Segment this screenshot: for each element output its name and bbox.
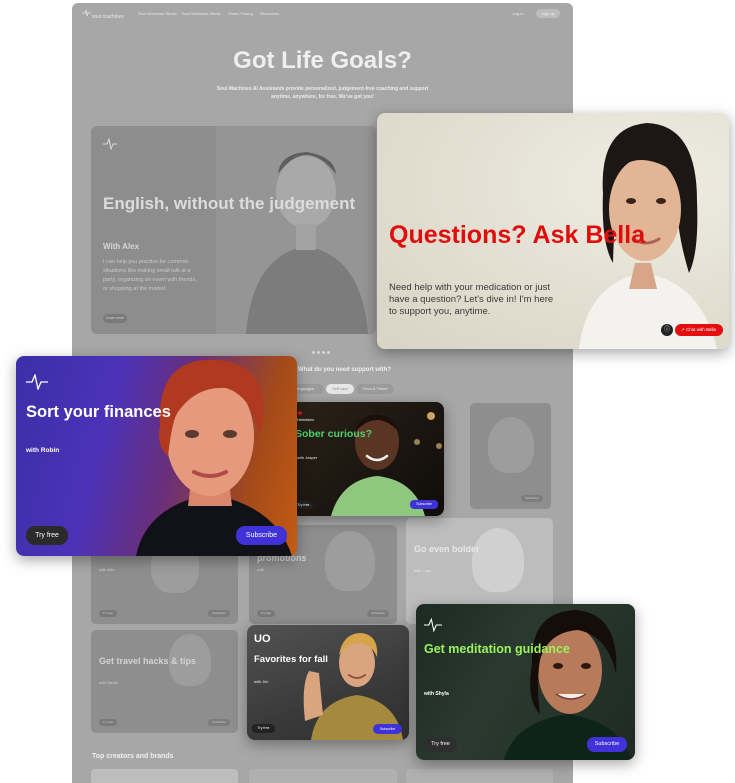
chat-label: Chat with Bella bbox=[685, 327, 716, 332]
subscribe-button[interactable]: Subscribe bbox=[208, 610, 230, 617]
card-with: with bbox=[257, 567, 265, 572]
try-free-button[interactable]: Try free bbox=[99, 610, 117, 617]
featured-card[interactable]: English, without the judgement With Alex… bbox=[91, 126, 376, 334]
jasper-card[interactable]: Heineken Sober curious? with Jasper Try … bbox=[291, 402, 444, 516]
subscribe-button[interactable]: Subscribe bbox=[373, 724, 402, 734]
featured-body: I can help you practice for common situa… bbox=[103, 259, 197, 292]
top-nav: soul machines Soul Machines Studio Soul … bbox=[72, 3, 573, 25]
shyla-card[interactable]: Get meditation guidance with Shyla Try f… bbox=[416, 604, 635, 760]
robin-card[interactable]: Sort your finances with Robin Try free S… bbox=[16, 356, 297, 556]
shyla-with: with Shyla bbox=[424, 691, 449, 697]
subscribe-button[interactable]: Subscribe bbox=[208, 719, 230, 726]
jim-with: with Jim bbox=[254, 679, 269, 684]
wave-logo-icon bbox=[424, 618, 442, 632]
creator-tile[interactable] bbox=[406, 769, 553, 783]
featured-photo bbox=[216, 126, 376, 334]
login-button[interactable]: Log In bbox=[508, 9, 528, 18]
carousel-dots[interactable] bbox=[312, 341, 332, 359]
jasper-with: with Jasper bbox=[297, 455, 318, 460]
heineken-brand: Heineken bbox=[297, 417, 314, 422]
uo-logo: UO bbox=[254, 633, 271, 645]
nav-item-studio[interactable]: Soul Machines Studio bbox=[138, 11, 177, 16]
wave-logo-icon bbox=[82, 9, 91, 17]
nav-item-resources[interactable]: Resources bbox=[260, 11, 279, 16]
chip-food-travel[interactable]: Food & Travel bbox=[356, 384, 394, 394]
alex-portrait-icon bbox=[216, 126, 376, 334]
creator-tile[interactable] bbox=[91, 769, 238, 783]
try-free-button[interactable]: Try free bbox=[26, 526, 68, 545]
avatar bbox=[325, 531, 375, 591]
heineken-star-icon bbox=[297, 410, 303, 416]
wave-logo-icon bbox=[103, 138, 117, 150]
jasper-title: Sober curious? bbox=[295, 428, 373, 440]
jim-card[interactable]: UO Favorites for fall with Jim Try free … bbox=[247, 625, 409, 740]
hero-title: Got Life Goals? bbox=[233, 47, 412, 74]
grid-card[interactable]: Subscribe bbox=[470, 403, 551, 509]
jim-portrait-icon bbox=[303, 633, 403, 740]
subscribe-button[interactable]: Subscribe bbox=[236, 526, 287, 545]
subscribe-button[interactable]: Subscribe bbox=[367, 610, 389, 617]
try-free-button[interactable]: Try free bbox=[424, 737, 457, 752]
signup-button[interactable]: Sign up bbox=[536, 9, 560, 18]
bella-title: Questions? Ask Bella bbox=[389, 221, 646, 249]
robin-title: Sort your finances bbox=[26, 403, 171, 421]
top-creators-heading: Top creators and brands bbox=[92, 753, 174, 760]
subscribe-button[interactable]: Subscribe bbox=[521, 495, 543, 502]
wave-logo-icon bbox=[26, 374, 48, 390]
chat-with-bella-button[interactable]: ↗ Chat with Bella bbox=[674, 324, 723, 336]
learn-more-button[interactable]: Learn more bbox=[103, 314, 127, 323]
info-icon[interactable]: ⓘ bbox=[661, 324, 673, 336]
card-with: with Lucy bbox=[414, 568, 431, 573]
shyla-title: Get meditation guidance bbox=[424, 642, 570, 656]
bella-card[interactable]: Questions? Ask Bella Need help with your… bbox=[377, 113, 729, 349]
avatar bbox=[472, 528, 524, 592]
try-free-button[interactable]: Try free bbox=[257, 610, 275, 617]
nav-item-pricing[interactable]: Studio Pricing bbox=[228, 11, 253, 16]
jim-title: Favorites for fall bbox=[254, 654, 328, 665]
chip-self-care[interactable]: Self care bbox=[326, 384, 354, 394]
try-free-button[interactable]: Try free bbox=[252, 724, 275, 733]
bella-body: Need help with your medication or just h… bbox=[389, 282, 554, 317]
support-question: What do you need support with? bbox=[298, 367, 391, 373]
featured-title: English, without the judgement bbox=[103, 194, 356, 213]
subscribe-button[interactable]: Subscribe bbox=[587, 737, 627, 752]
nav-item-studio-2[interactable]: Soul Machines Studio bbox=[182, 11, 221, 16]
avatar bbox=[488, 417, 534, 473]
featured-with: With Alex bbox=[103, 242, 140, 251]
brand-logo[interactable]: soul machines bbox=[82, 9, 124, 20]
card-title: Go even bolder bbox=[414, 544, 480, 554]
card-with: with Alex bbox=[99, 567, 115, 572]
hero-subtitle: Soul Machines AI Assistants provide pers… bbox=[216, 86, 429, 100]
card-title: Get travel hacks & tips bbox=[99, 656, 197, 666]
brand-name: soul machines bbox=[92, 14, 124, 20]
subscribe-button[interactable]: Subscribe bbox=[410, 500, 438, 509]
try-free-button[interactable]: Try free bbox=[99, 719, 117, 726]
card-with: with Nadia bbox=[99, 680, 118, 685]
creator-tile[interactable] bbox=[249, 769, 397, 783]
grid-card[interactable]: Get travel hacks & tips with Nadia Try f… bbox=[91, 630, 238, 733]
robin-with: with Robin bbox=[26, 447, 60, 454]
